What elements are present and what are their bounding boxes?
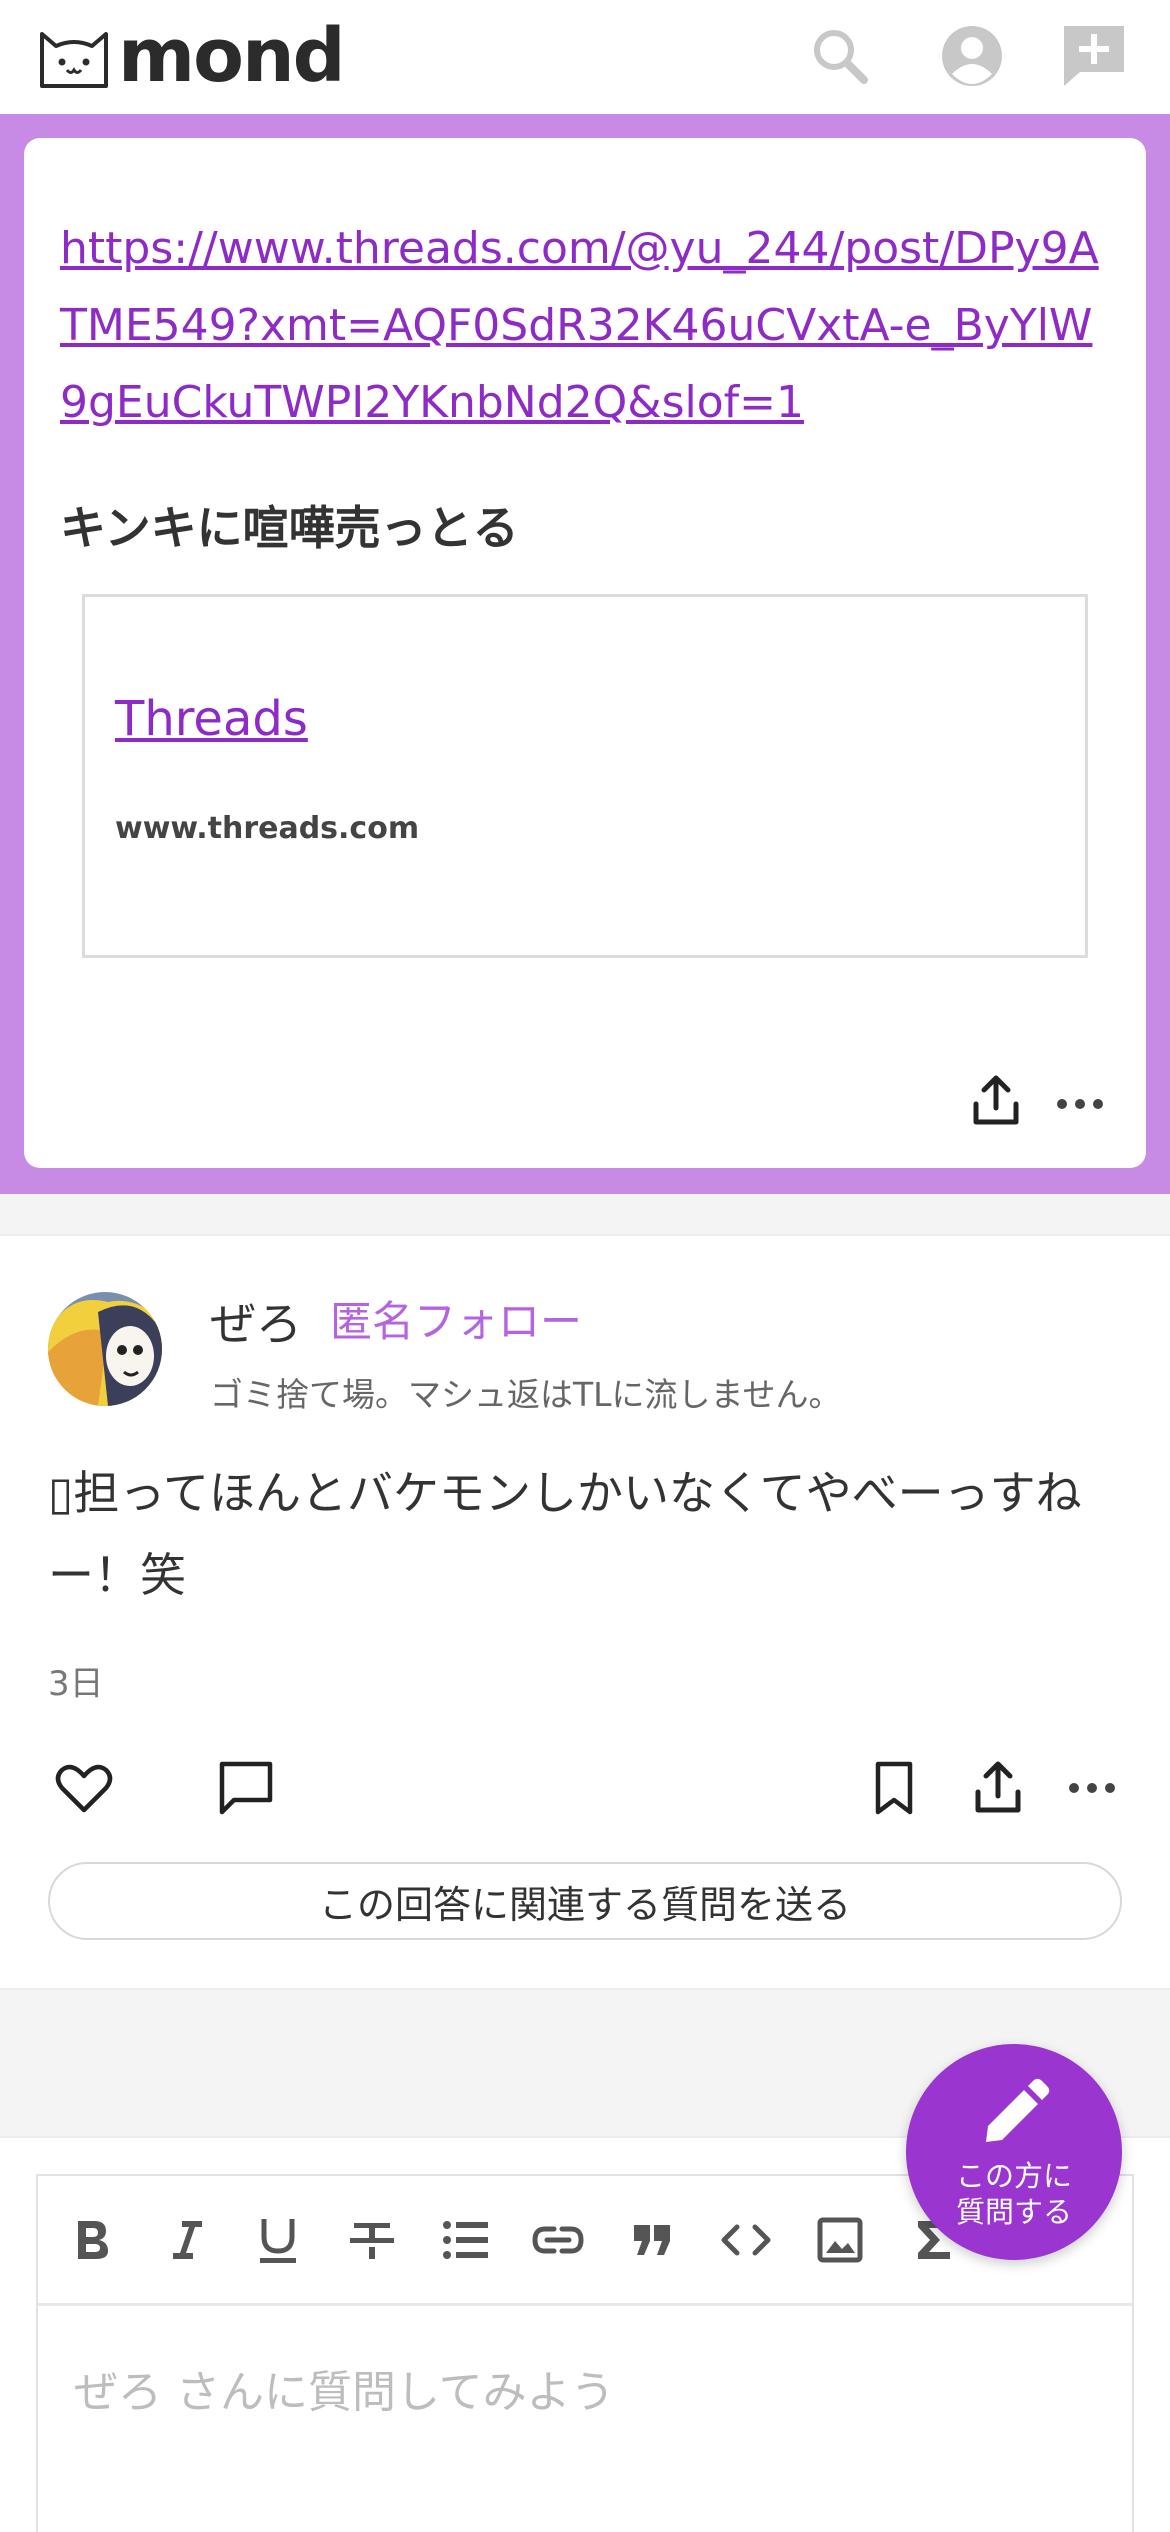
bookmark-icon[interactable] (862, 1756, 926, 1820)
answer-body: ▯担ってほんとバケモンしかいなくてやべーっすねー！笑 (48, 1466, 1082, 1602)
fab-label-line1: この方に (955, 2159, 1072, 2193)
new-question-icon[interactable] (1060, 22, 1128, 90)
anonymous-follow-link[interactable]: 匿名フォロー (330, 1288, 582, 1349)
search-icon[interactable] (806, 22, 874, 90)
link-preview-domain: www.threads.com (115, 811, 420, 846)
ask-this-person-button[interactable]: この方に 質問する (906, 2044, 1122, 2260)
fab-label-line2: 質問する (955, 2195, 1072, 2229)
image-icon[interactable] (810, 2210, 870, 2270)
link-preview-card[interactable]: Threads www.threads.com (82, 594, 1088, 958)
link-icon[interactable] (528, 2210, 588, 2270)
underline-icon[interactable] (248, 2210, 308, 2270)
question-text: キンキに喧嘩売っとる (60, 501, 519, 555)
logo-text: mond (118, 13, 346, 99)
bullet-list-icon[interactable] (436, 2210, 496, 2270)
account-icon[interactable] (938, 22, 1006, 90)
answer-date: 3日 (48, 1664, 104, 1704)
answer-user-name[interactable]: ぜろ (210, 1288, 302, 1354)
answer-user-bio: ゴミ捨て場。マシュ返はTLに流しません。 (210, 1375, 842, 1414)
pencil-icon (986, 2078, 1050, 2142)
mond-logo[interactable]: mond (34, 13, 346, 99)
send-related-question-button[interactable]: この回答に関連する質問を送る (48, 1862, 1122, 1940)
answer-share-icon[interactable] (966, 1756, 1030, 1820)
comment-icon[interactable] (214, 1756, 278, 1820)
cat-logo-icon (40, 32, 108, 88)
more-options-icon[interactable] (1050, 1070, 1110, 1130)
like-icon[interactable] (52, 1756, 116, 1820)
code-icon[interactable] (716, 2210, 776, 2270)
strikethrough-icon[interactable] (342, 2210, 402, 2270)
user-avatar[interactable] (48, 1292, 162, 1406)
answer-more-options-icon[interactable] (1060, 1756, 1124, 1820)
question-input-placeholder[interactable]: ぜろ さんに質問してみよう (74, 2356, 615, 2420)
italic-icon[interactable] (156, 2210, 216, 2270)
bold-icon[interactable] (62, 2210, 122, 2270)
link-preview-title[interactable]: Threads (115, 691, 308, 747)
share-icon[interactable] (966, 1070, 1026, 1130)
quote-icon[interactable] (622, 2210, 682, 2270)
question-link[interactable]: https://www.threads.com/@yu_244/post/DPy… (60, 210, 1120, 441)
